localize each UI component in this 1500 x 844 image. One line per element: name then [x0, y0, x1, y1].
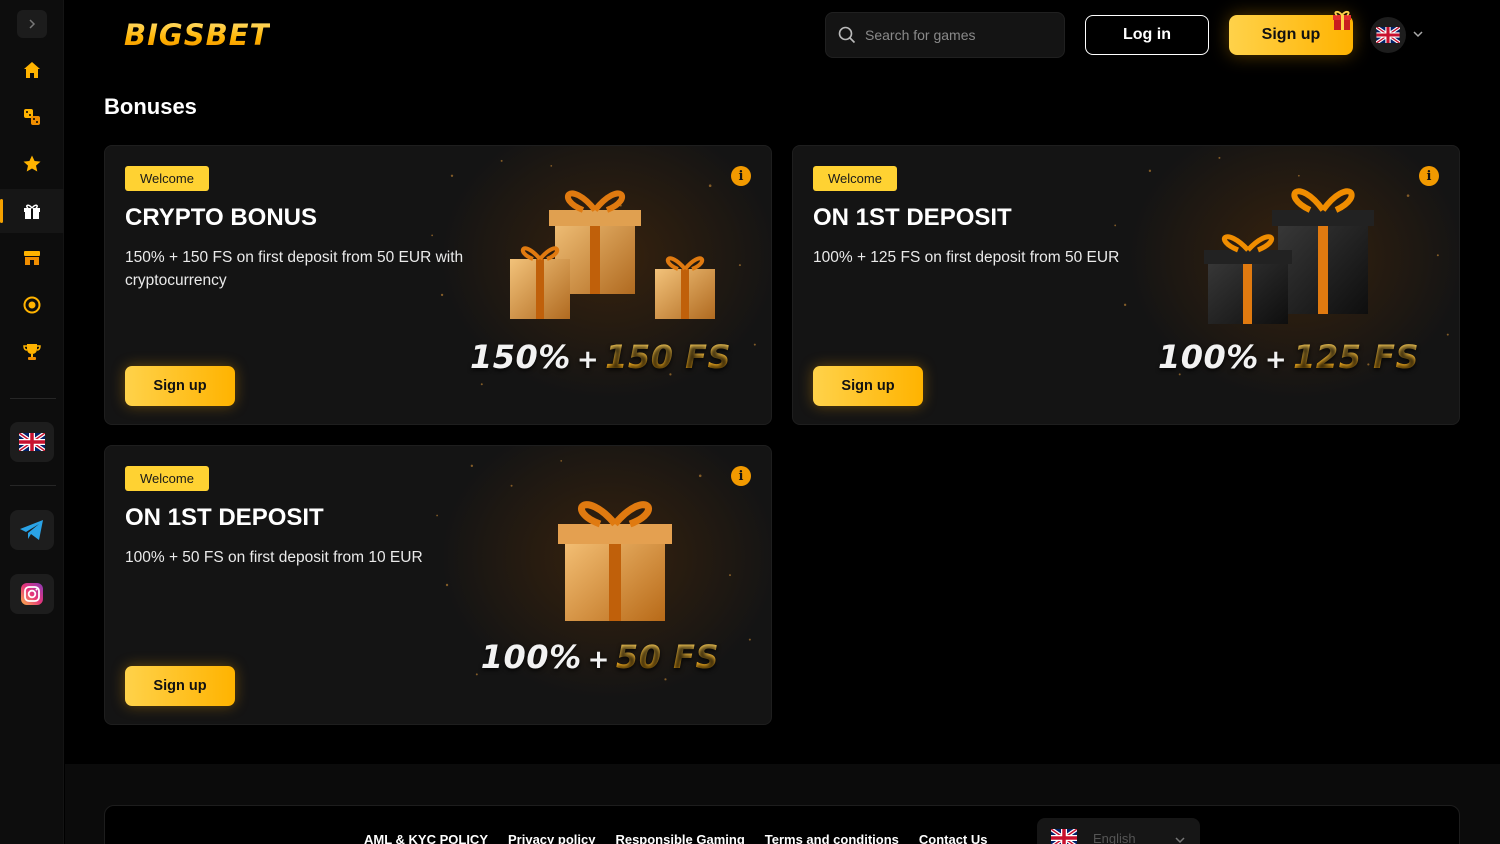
coin-icon: [23, 296, 41, 314]
sidebar: [0, 0, 64, 844]
sidebar-item-coins[interactable]: [0, 283, 64, 327]
bonus-badge: Welcome: [813, 166, 897, 191]
header-language-button[interactable]: [1370, 17, 1406, 53]
promo-plus: +: [1264, 345, 1288, 375]
bonus-description: 100% + 50 FS on first deposit from 10 EU…: [125, 549, 423, 566]
promo-free-spins: 125 FS: [1293, 338, 1419, 376]
gift-boxes-illustration: [510, 190, 715, 319]
bonus-promo: 150% +150 FS: [470, 338, 731, 376]
dice-icon: [24, 109, 40, 125]
bonus-promo: 100% +125 FS: [1158, 338, 1419, 376]
bonus-title: CRYPTO BONUS: [125, 204, 318, 231]
footer-link-responsible-gaming[interactable]: Responsible Gaming: [615, 832, 744, 844]
bonus-signup-button[interactable]: Sign up: [813, 366, 923, 406]
trophy-icon: [23, 344, 41, 360]
footer-link-aml-kyc[interactable]: AML & KYC POLICY: [364, 832, 488, 844]
bonus-title: ON 1ST DEPOSIT: [813, 204, 1012, 231]
footer-language-label: English: [1093, 830, 1136, 844]
sidebar-item-shop[interactable]: [0, 236, 64, 280]
promo-plus: +: [587, 645, 610, 675]
promo-free-spins: 150 FS: [605, 338, 731, 376]
footer-links: AML & KYC POLICY Privacy policy Responsi…: [364, 832, 988, 844]
gift-icon: [24, 204, 40, 219]
footer-link-terms[interactable]: Terms and conditions: [765, 832, 899, 844]
chevron-down-icon: [1175, 837, 1185, 844]
footer-link-contact[interactable]: Contact Us: [919, 832, 988, 844]
chevron-down-icon[interactable]: [1412, 28, 1424, 40]
signup-label: Sign up: [1261, 26, 1321, 43]
promo-free-spins: 50 FS: [615, 638, 719, 676]
bonus-badge: Welcome: [125, 466, 209, 491]
bonus-title: ON 1ST DEPOSIT: [125, 504, 324, 531]
search-input[interactable]: [865, 27, 1055, 43]
chevron-right-icon: [29, 19, 36, 29]
sidebar-item-tournaments[interactable]: [0, 330, 64, 374]
bonus-promo: 100% +50 FS: [481, 638, 719, 676]
login-button[interactable]: Log in: [1085, 15, 1209, 55]
gift-icon: [1333, 10, 1351, 30]
sidebar-item-bonuses[interactable]: [0, 189, 64, 233]
info-icon[interactable]: i: [731, 466, 751, 486]
instagram-icon: [21, 583, 43, 605]
search-icon: [838, 26, 856, 44]
uk-flag-icon: [1376, 27, 1400, 43]
telegram-link[interactable]: [10, 510, 54, 550]
sidebar-collapse-button[interactable]: [17, 10, 47, 38]
uk-flag-icon: [1051, 829, 1077, 844]
gift-boxes-illustration: [1204, 188, 1374, 324]
header-signup-button[interactable]: Sign up: [1229, 10, 1353, 55]
bonus-badge: Welcome: [125, 166, 209, 191]
bonus-card: Welcome i ON 1ST DEPOSIT 100% + 125 FS o…: [792, 145, 1460, 425]
shop-icon: [24, 251, 40, 265]
uk-flag-icon: [19, 433, 45, 451]
site-logo[interactable]: BIGSBET: [124, 18, 270, 52]
footer-link-privacy[interactable]: Privacy policy: [508, 832, 595, 844]
home-icon: [24, 62, 40, 78]
bonus-card: Welcome i ON 1ST DEPOSIT 100% + 50 FS on…: [104, 445, 772, 725]
info-icon[interactable]: i: [1419, 166, 1439, 186]
bonus-signup-button[interactable]: Sign up: [125, 366, 235, 406]
instagram-link[interactable]: [10, 574, 54, 614]
sidebar-divider: [10, 485, 56, 486]
telegram-icon: [20, 520, 43, 540]
sidebar-item-games[interactable]: [0, 95, 64, 139]
sidebar-divider: [10, 398, 56, 399]
bonus-signup-button[interactable]: Sign up: [125, 666, 235, 706]
sidebar-item-home[interactable]: [0, 48, 64, 92]
promo-percent: 150%: [470, 338, 571, 376]
bonus-card: Welcome i CRYPTO BONUS 150% + 150 FS on …: [104, 145, 772, 425]
gift-box-illustration: [558, 501, 672, 621]
page-title: Bonuses: [104, 94, 197, 119]
bonus-description: 150% + 150 FS on first deposit from 50 E…: [125, 249, 464, 289]
promo-percent: 100%: [480, 638, 582, 676]
info-icon[interactable]: i: [731, 166, 751, 186]
promo-plus: +: [576, 345, 600, 375]
bonus-description: 100% + 125 FS on first deposit from 50 E…: [813, 249, 1120, 266]
star-icon: [23, 155, 41, 172]
search-box[interactable]: [825, 12, 1065, 58]
footer-language-select[interactable]: English: [1037, 818, 1200, 844]
sidebar-language-button[interactable]: [10, 422, 54, 462]
sidebar-item-favorites[interactable]: [0, 142, 64, 186]
promo-percent: 100%: [1158, 338, 1259, 376]
